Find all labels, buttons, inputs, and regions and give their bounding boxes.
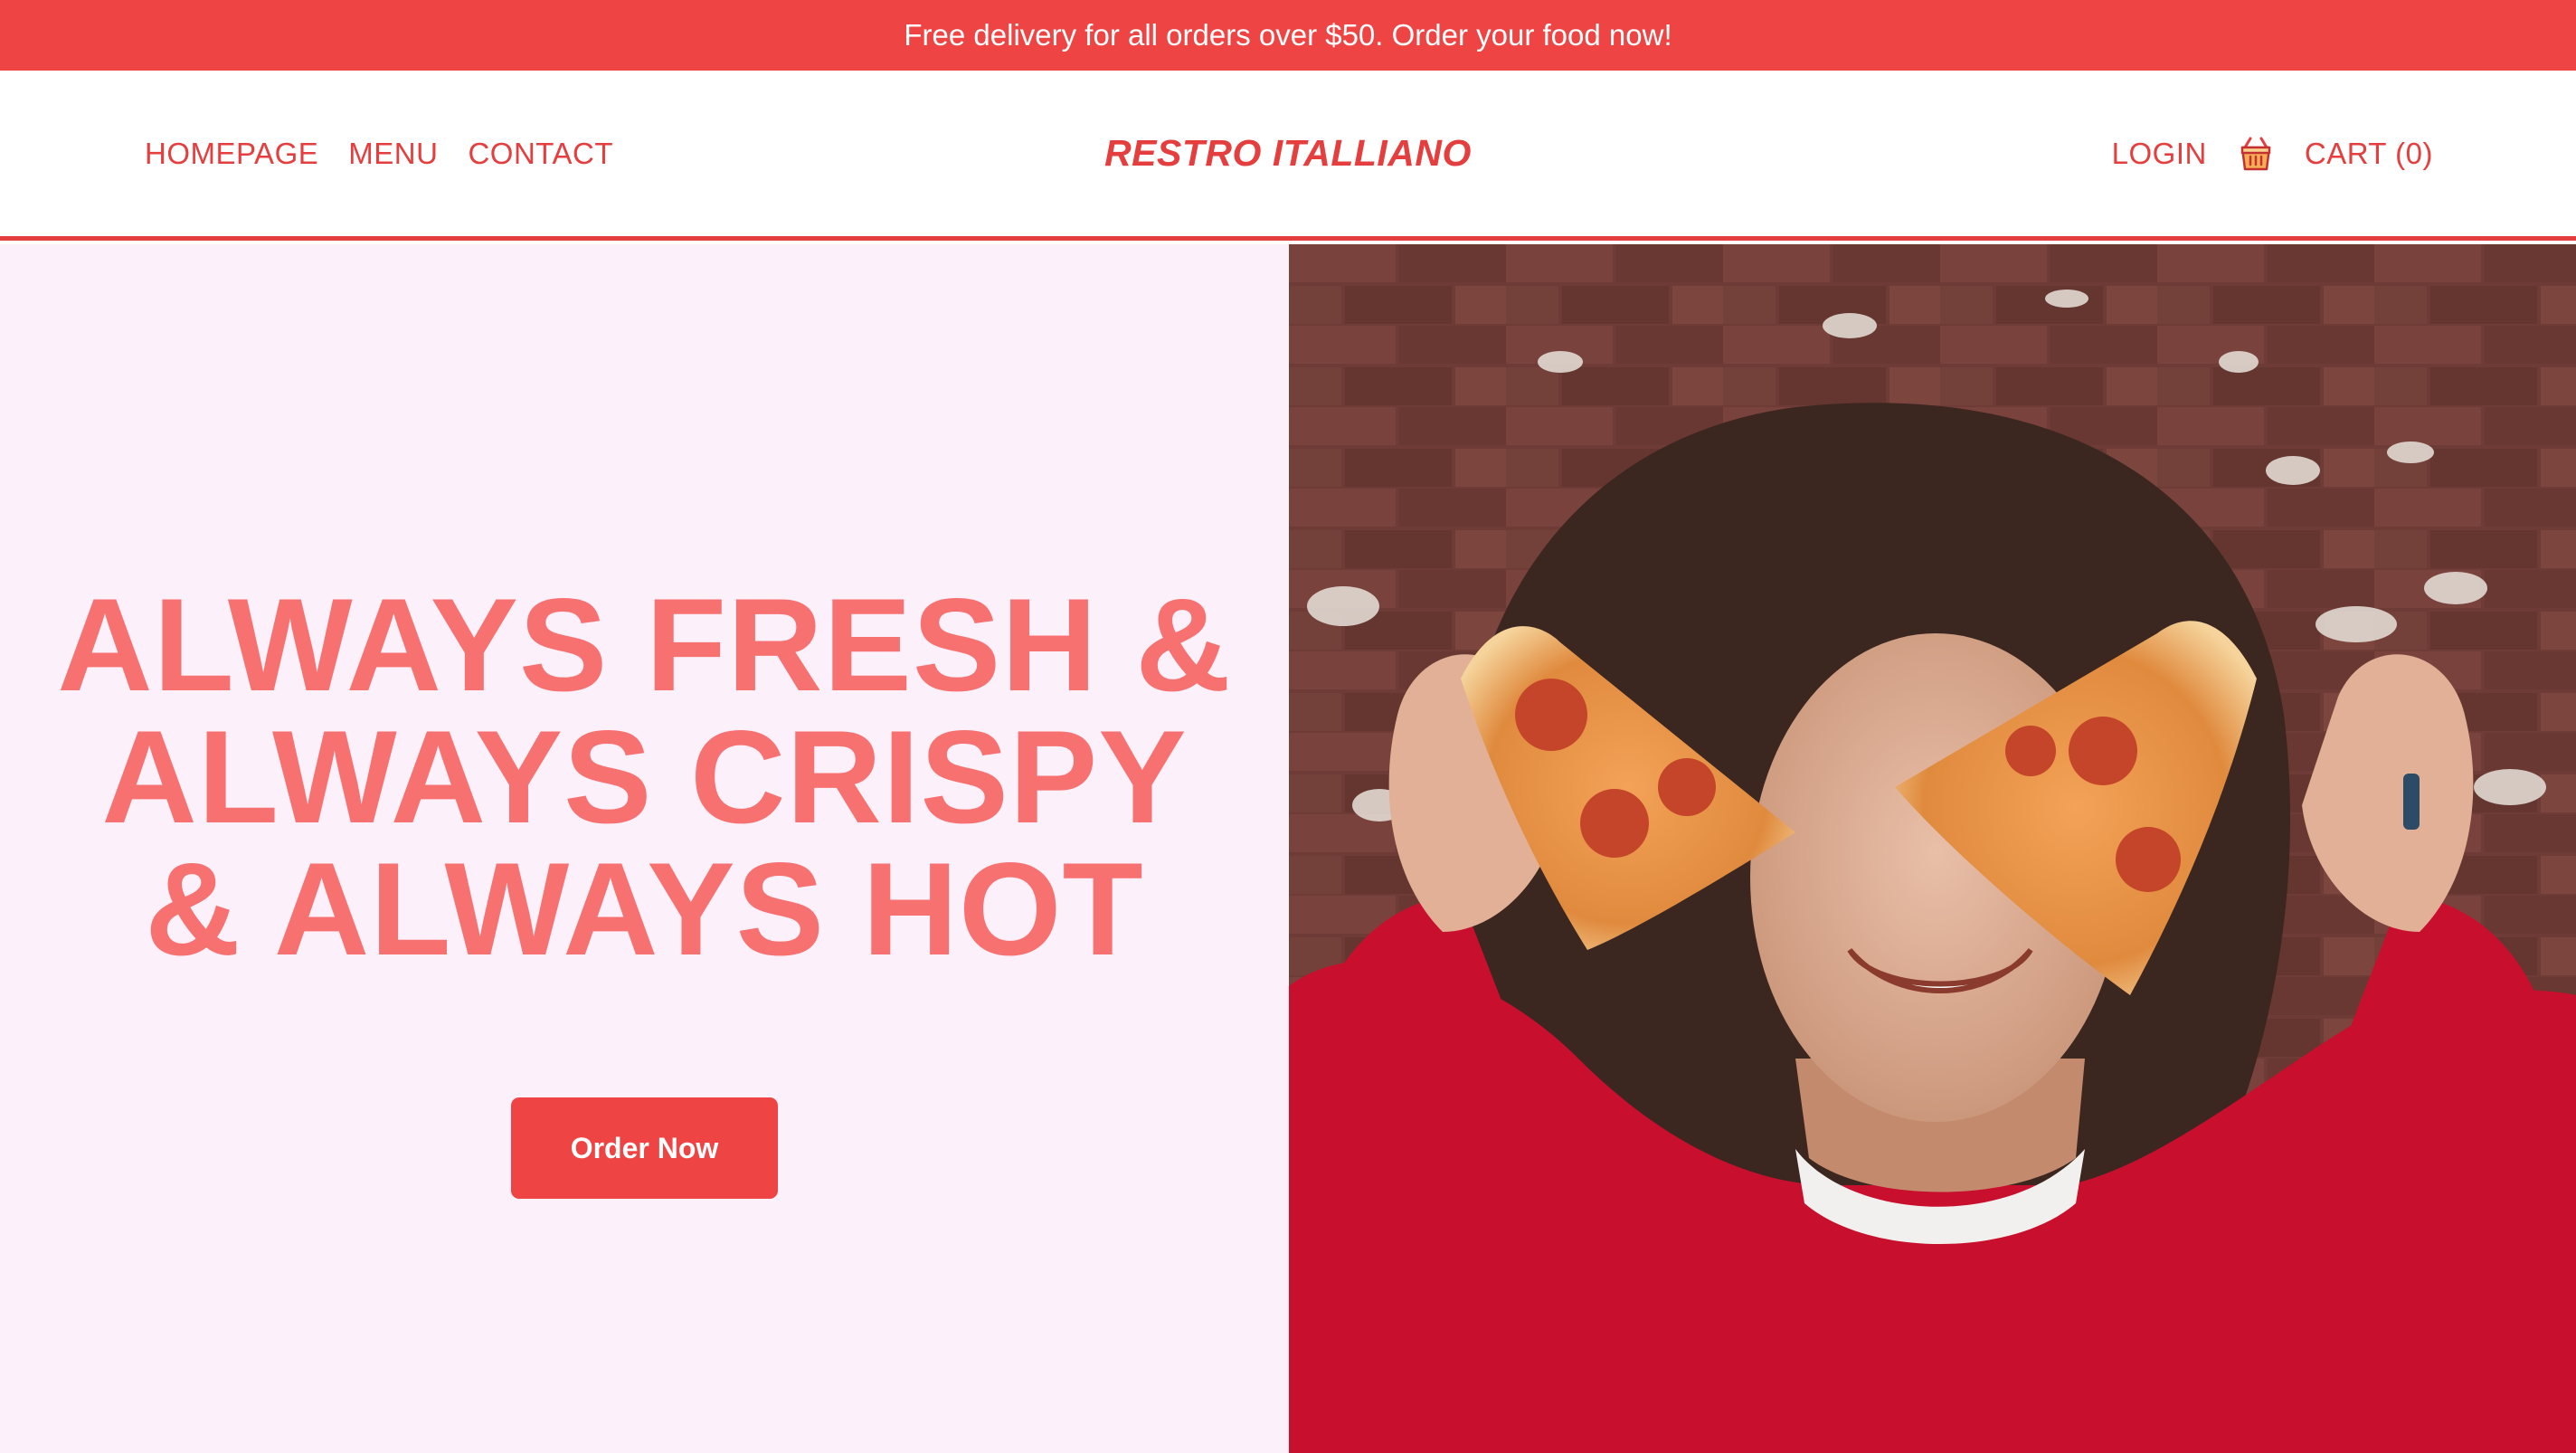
nav-link-contact[interactable]: CONTACT bbox=[468, 137, 613, 171]
announcement-bar: Free delivery for all orders over $50. O… bbox=[0, 0, 2576, 71]
nav-link-homepage[interactable]: HOMEPAGE bbox=[145, 137, 318, 171]
cart-link[interactable]: CART (0) bbox=[2305, 137, 2433, 171]
brand-logo[interactable]: RESTRO ITALLIANO bbox=[1104, 132, 1472, 175]
headline-line-3: & ALWAYS HOT bbox=[145, 835, 1144, 983]
nav-link-menu[interactable]: MENU bbox=[348, 137, 438, 171]
hero-image bbox=[1289, 244, 2576, 1453]
hero-text-panel: ALWAYS FRESH & ALWAYS CRISPY & ALWAYS HO… bbox=[0, 244, 1289, 1453]
headline-line-2: ALWAYS CRISPY bbox=[101, 703, 1188, 850]
hero-photo-illustration bbox=[1289, 244, 2576, 1453]
shopping-basket-icon[interactable] bbox=[2238, 135, 2274, 173]
order-now-button[interactable]: Order Now bbox=[511, 1097, 778, 1199]
login-link[interactable]: LOGIN bbox=[2112, 137, 2207, 171]
account-nav: LOGIN CART (0) bbox=[2112, 71, 2433, 236]
hero-headline: ALWAYS FRESH & ALWAYS CRISPY & ALWAYS HO… bbox=[36, 579, 1253, 975]
top-navbar: HOMEPAGE MENU CONTACT RESTRO ITALLIANO L… bbox=[0, 71, 2576, 241]
headline-line-1: ALWAYS FRESH & bbox=[57, 571, 1232, 718]
announcement-text: Free delivery for all orders over $50. O… bbox=[904, 18, 1672, 52]
primary-nav: HOMEPAGE MENU CONTACT bbox=[145, 71, 613, 236]
